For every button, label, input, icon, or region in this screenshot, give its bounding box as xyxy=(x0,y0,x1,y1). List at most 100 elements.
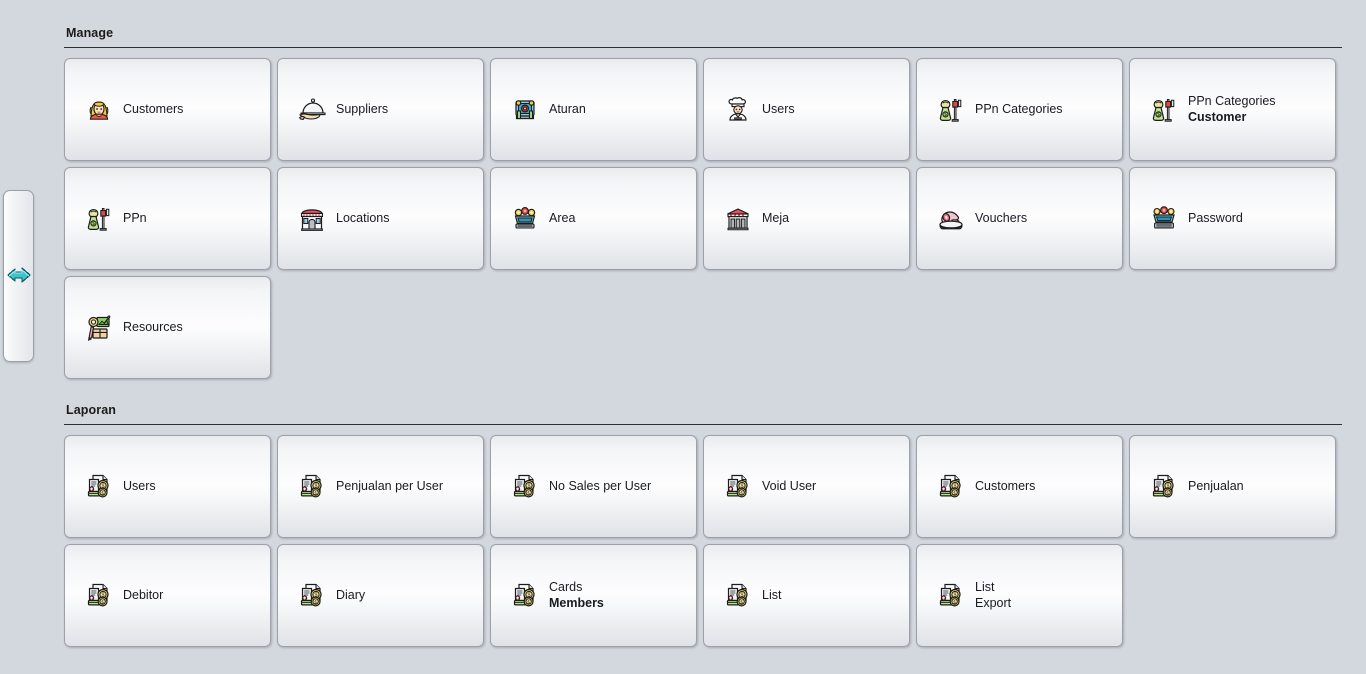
tile-slot: Locations xyxy=(277,167,490,270)
tile-row: Resources xyxy=(64,276,1342,379)
tile-manage-users[interactable]: Users xyxy=(703,58,910,161)
tile-manage-suppliers[interactable]: Suppliers xyxy=(277,58,484,161)
tile-label-group: Meja xyxy=(762,211,789,227)
tile-manage-ppn[interactable]: PPn xyxy=(64,167,271,270)
tile-content: PPn Categories Customer xyxy=(1130,94,1335,126)
tile-slot xyxy=(1129,544,1342,647)
tile-slot: Meja xyxy=(703,167,916,270)
tile-label-group: Locations xyxy=(336,211,390,227)
report-money-icon xyxy=(83,580,115,612)
tile-content: Users xyxy=(65,471,270,503)
tile-label-group: No Sales per User xyxy=(549,479,651,495)
tile-laporan-cards-members[interactable]: Cards Members xyxy=(490,544,697,647)
tile-laporan-no-sales-per-user[interactable]: No Sales per User xyxy=(490,435,697,538)
tile-label: Members xyxy=(549,595,604,610)
tile-laporan-list-export[interactable]: List Export xyxy=(916,544,1123,647)
tile-content: Password xyxy=(1130,203,1335,235)
resources-toolbox-icon xyxy=(83,312,115,344)
tile-slot: PPn Categories xyxy=(916,58,1129,161)
tile-label: Locations xyxy=(336,210,390,225)
section-divider xyxy=(64,424,1342,425)
section-title-manage: Manage xyxy=(66,26,114,40)
tile-content: Suppliers xyxy=(278,94,483,126)
tile-laporan-void-user[interactable]: Void User xyxy=(703,435,910,538)
tile-slot: Users xyxy=(703,58,916,161)
tile-label: Customer xyxy=(1188,109,1247,124)
tile-label: PPn Categories xyxy=(1188,94,1276,108)
tile-laporan-users[interactable]: Users xyxy=(64,435,271,538)
report-money-icon xyxy=(722,580,754,612)
tile-content: List Export xyxy=(917,580,1122,612)
tile-manage-meja[interactable]: Meja xyxy=(703,167,910,270)
tile-slot xyxy=(277,276,490,379)
tile-manage-customers[interactable]: Customers xyxy=(64,58,271,161)
report-money-icon xyxy=(509,471,541,503)
tile-label: Area xyxy=(549,210,576,225)
tile-label: Penjualan per User xyxy=(336,478,444,493)
report-money-icon xyxy=(722,471,754,503)
tile-laporan-customers[interactable]: Customers xyxy=(916,435,1123,538)
section-manage: Manage Customers Suppliers Aturan Users PPn C… xyxy=(64,26,1342,385)
tile-manage-aturan[interactable]: Aturan xyxy=(490,58,697,161)
tile-label-group: Penjualan per User xyxy=(336,479,443,495)
double-arrow-right-icon xyxy=(5,263,33,289)
tile-manage-area[interactable]: Area xyxy=(490,167,697,270)
tile-content: Aturan xyxy=(491,94,696,126)
tile-laporan-penjualan-per-user[interactable]: Penjualan per User xyxy=(277,435,484,538)
tile-label: Penjualan xyxy=(1188,478,1244,493)
tile-row: Debitor Diary Cards Members List List Export xyxy=(64,544,1342,647)
tile-manage-ppn-categories[interactable]: PPn Categories xyxy=(916,58,1123,161)
tile-label-group: Cards Members xyxy=(549,580,604,611)
tile-laporan-diary[interactable]: Diary xyxy=(277,544,484,647)
tile-manage-resources[interactable]: Resources xyxy=(64,276,271,379)
tile-label-group: Void User xyxy=(762,479,816,495)
tile-row: Users Penjualan per User No Sales per User… xyxy=(64,435,1342,538)
tile-content: PPn Categories xyxy=(917,94,1122,126)
tile-manage-locations[interactable]: Locations xyxy=(277,167,484,270)
tile-label: Users xyxy=(123,478,156,493)
password-terminal-icon xyxy=(1148,203,1180,235)
tile-slot: List Export xyxy=(916,544,1129,647)
slide-out-panel-handle[interactable] xyxy=(3,190,34,362)
section-laporan: Laporan Users Penjualan per User No Sales p… xyxy=(64,403,1342,653)
tile-label: Aturan xyxy=(549,101,586,116)
tile-slot xyxy=(916,276,1129,379)
tile-label-group: Password xyxy=(1188,211,1243,227)
tile-label: PPn xyxy=(123,210,147,225)
tile-slot: Customers xyxy=(916,435,1129,538)
tile-manage-vouchers[interactable]: Vouchers xyxy=(916,167,1123,270)
tile-laporan-penjualan[interactable]: Penjualan xyxy=(1129,435,1336,538)
report-money-icon xyxy=(83,471,115,503)
tile-label: Diary xyxy=(336,587,366,602)
tile-content: Locations xyxy=(278,203,483,235)
tile-slot: Vouchers xyxy=(916,167,1129,270)
tile-slot: Void User xyxy=(703,435,916,538)
tile-label-group: Customers xyxy=(123,102,183,118)
tile-laporan-debitor[interactable]: Debitor xyxy=(64,544,271,647)
tile-slot: PPn Categories Customer xyxy=(1129,58,1342,161)
tile-label: Meja xyxy=(762,210,790,225)
tile-slot: Password xyxy=(1129,167,1342,270)
storefront-icon xyxy=(296,203,328,235)
report-money-icon xyxy=(935,580,967,612)
tile-label: Cards xyxy=(549,580,583,594)
tile-label: Resources xyxy=(123,319,183,334)
tile-label-group: List Export xyxy=(975,580,1011,611)
tile-slot: Users xyxy=(64,435,277,538)
tile-content: No Sales per User xyxy=(491,471,696,503)
tile-label-group: Users xyxy=(123,479,156,495)
report-money-icon xyxy=(509,580,541,612)
app-root: Manage Customers Suppliers Aturan Users PPn C… xyxy=(0,0,1366,674)
tile-label-group: Vouchers xyxy=(975,211,1027,227)
table-building-icon xyxy=(722,203,754,235)
customer-face-icon xyxy=(83,94,115,126)
voucher-ham-icon xyxy=(935,203,967,235)
tile-label-group: PPn Categories Customer xyxy=(1188,94,1276,125)
tile-manage-ppn-categories-customer[interactable]: PPn Categories Customer xyxy=(1129,58,1336,161)
tile-slot: Area xyxy=(490,167,703,270)
tile-manage-password[interactable]: Password xyxy=(1129,167,1336,270)
tile-label-group: List xyxy=(762,588,781,604)
serving-dish-icon xyxy=(296,94,328,126)
tile-slot: Penjualan per User xyxy=(277,435,490,538)
tile-laporan-list[interactable]: List xyxy=(703,544,910,647)
